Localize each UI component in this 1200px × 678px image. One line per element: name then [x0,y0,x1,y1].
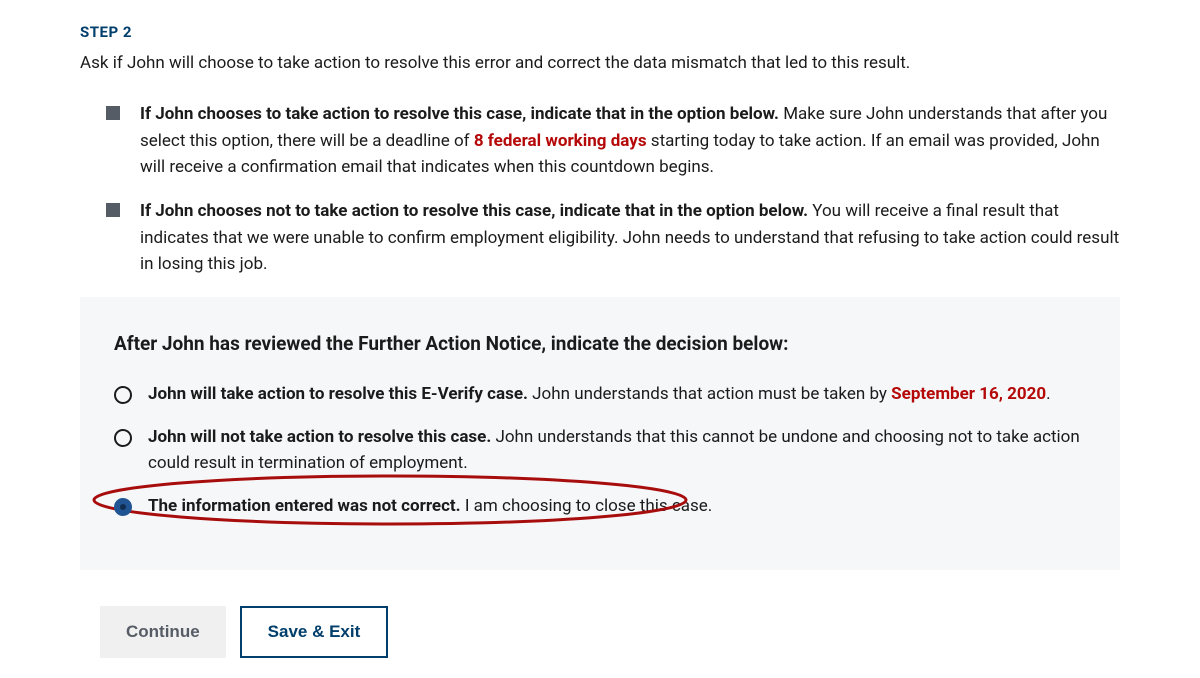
radio-post: . [1046,384,1050,404]
bullet-bold: If John chooses not to take action to re… [140,201,808,221]
bullet-item: If John chooses to take action to resolv… [106,101,1120,180]
step-label: STEP 2 [80,20,1120,44]
square-bullet-icon [106,203,120,217]
square-bullet-icon [106,106,120,120]
radio-bold: The information entered was not correct. [148,496,461,516]
save-exit-button[interactable]: Save & Exit [240,606,389,658]
radio-label: The information entered was not correct.… [148,494,712,520]
continue-button[interactable]: Continue [100,606,226,658]
bullet-text: If John chooses not to take action to re… [140,198,1120,277]
radio-icon[interactable] [114,386,132,404]
bullet-text: If John chooses to take action to resolv… [140,101,1120,180]
radio-pre: John understands that action must be tak… [528,384,891,404]
deadline-date: September 16, 2020 [891,384,1046,404]
radio-label: John will not take action to resolve thi… [148,425,1086,476]
radio-option-take-action[interactable]: John will take action to resolve this E-… [114,380,1086,410]
instruction-bullets: If John chooses to take action to resolv… [80,101,1120,277]
step-description: Ask if John will choose to take action t… [80,50,1120,77]
radio-pre: I am choosing to close this case. [461,496,713,516]
button-row: Continue Save & Exit [80,606,1120,658]
radio-option-no-action[interactable]: John will not take action to resolve thi… [114,423,1086,478]
radio-icon[interactable] [114,429,132,447]
bullet-bold: If John chooses to take action to resolv… [140,104,779,124]
decision-heading: After John has reviewed the Further Acti… [114,329,1086,359]
deadline-highlight: 8 federal working days [474,131,647,151]
bullet-item: If John chooses not to take action to re… [106,198,1120,277]
radio-icon-selected[interactable] [114,498,132,516]
decision-panel: After John has reviewed the Further Acti… [80,297,1120,569]
radio-option-info-incorrect[interactable]: The information entered was not correct.… [114,492,1086,522]
radio-label: John will take action to resolve this E-… [148,382,1051,408]
radio-bold: John will not take action to resolve thi… [148,427,491,447]
radio-bold: John will take action to resolve this E-… [148,384,528,404]
